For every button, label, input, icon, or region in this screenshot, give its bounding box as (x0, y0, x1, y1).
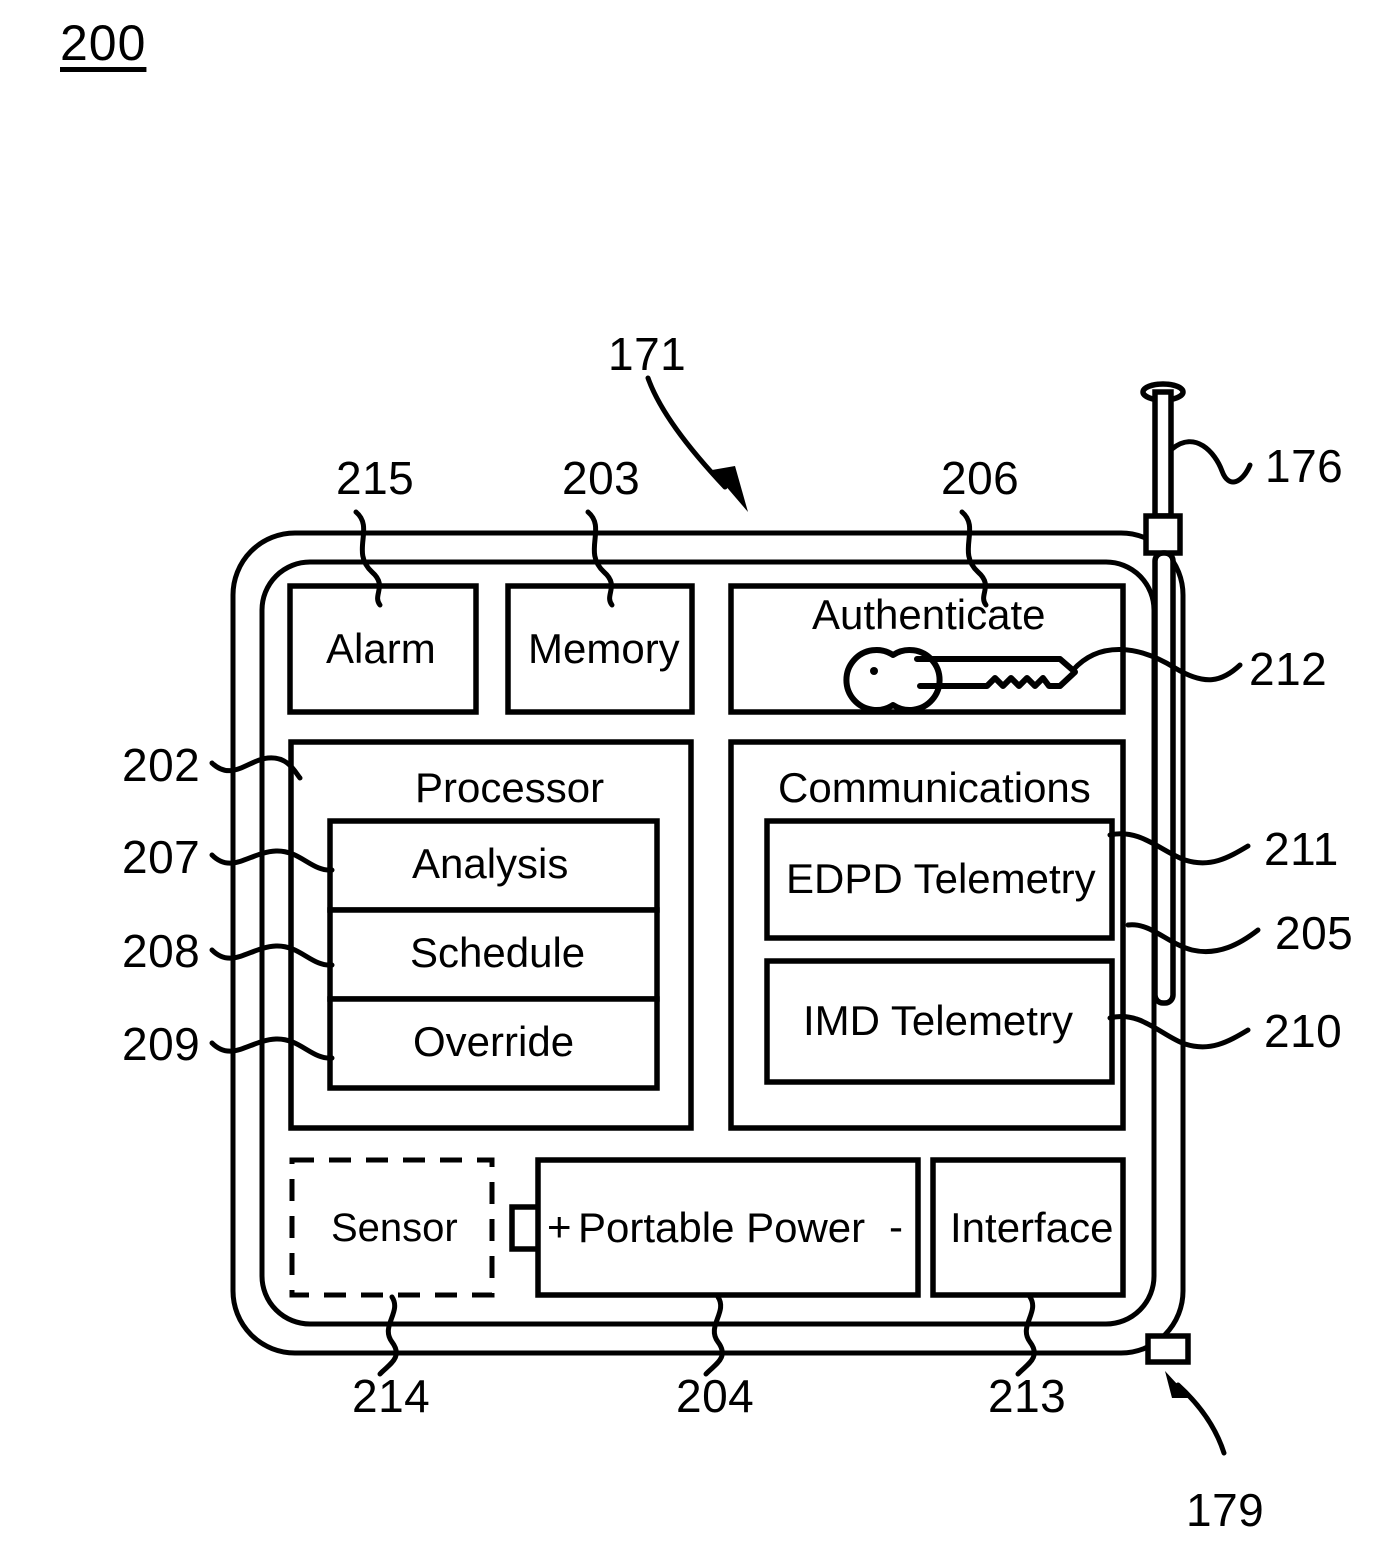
connector-port (1145, 1333, 1191, 1365)
alarm-label: Alarm (326, 625, 436, 672)
leader-204 (703, 1294, 725, 1377)
leader-213 (1015, 1294, 1037, 1377)
patent-figure-200: 200 171 176 215 203 206 212 202 207 208 … (0, 0, 1400, 1544)
leader-176 (1169, 439, 1253, 485)
communications-label: Communications (778, 764, 1091, 811)
leader-211 (1107, 831, 1251, 866)
imd-telemetry-label: IMD Telemetry (803, 997, 1073, 1044)
diagram-canvas (209, 375, 1261, 1456)
leader-202 (209, 755, 303, 781)
schedule-label: Schedule (410, 929, 586, 976)
portable-power-label: Portable Power (578, 1204, 866, 1251)
authenticate-label: Authenticate (812, 591, 1046, 638)
override-label: Override (413, 1018, 575, 1065)
ref-label-sensor: 214 (352, 1370, 431, 1422)
ref-label-schedule: 208 (122, 925, 201, 977)
ref-label-memory: 203 (562, 452, 641, 504)
sensor-label: Sensor (331, 1206, 458, 1250)
ref-label-connector-port: 179 (1186, 1484, 1265, 1536)
ref-label-antenna-external: 176 (1265, 440, 1344, 492)
analysis-label: Analysis (412, 840, 569, 887)
interface-label: Interface (950, 1204, 1114, 1251)
leader-179 (1165, 1371, 1227, 1456)
ref-label-authenticate: 206 (941, 452, 1020, 504)
leader-205 (1125, 922, 1261, 955)
figure-number: 200 (60, 15, 147, 71)
ref-label-interface: 213 (988, 1370, 1067, 1422)
ref-label-imd-telemetry: 210 (1264, 1005, 1343, 1057)
leader-210 (1107, 1014, 1251, 1050)
ref-label-override: 209 (122, 1018, 201, 1070)
ref-label-device: 171 (608, 328, 687, 380)
edpd-telemetry-label: EDPD Telemetry (786, 855, 1096, 902)
leader-171 (645, 375, 748, 512)
leader-214 (377, 1294, 399, 1377)
ref-label-edpd-telemetry: 211 (1264, 823, 1339, 875)
antenna-icon (1140, 381, 1186, 556)
ref-label-key-icon: 212 (1249, 643, 1328, 695)
ref-label-internal-antenna: 205 (1275, 907, 1354, 959)
negative-terminal-label: - (889, 1203, 903, 1250)
ref-label-housing: 202 (122, 739, 201, 791)
ref-label-alarm: 215 (336, 452, 415, 504)
ref-label-portable-power: 204 (676, 1370, 755, 1422)
positive-terminal-label: + (547, 1203, 572, 1250)
memory-label: Memory (528, 625, 680, 672)
ref-label-analysis: 207 (122, 831, 201, 883)
processor-label: Processor (415, 764, 605, 811)
